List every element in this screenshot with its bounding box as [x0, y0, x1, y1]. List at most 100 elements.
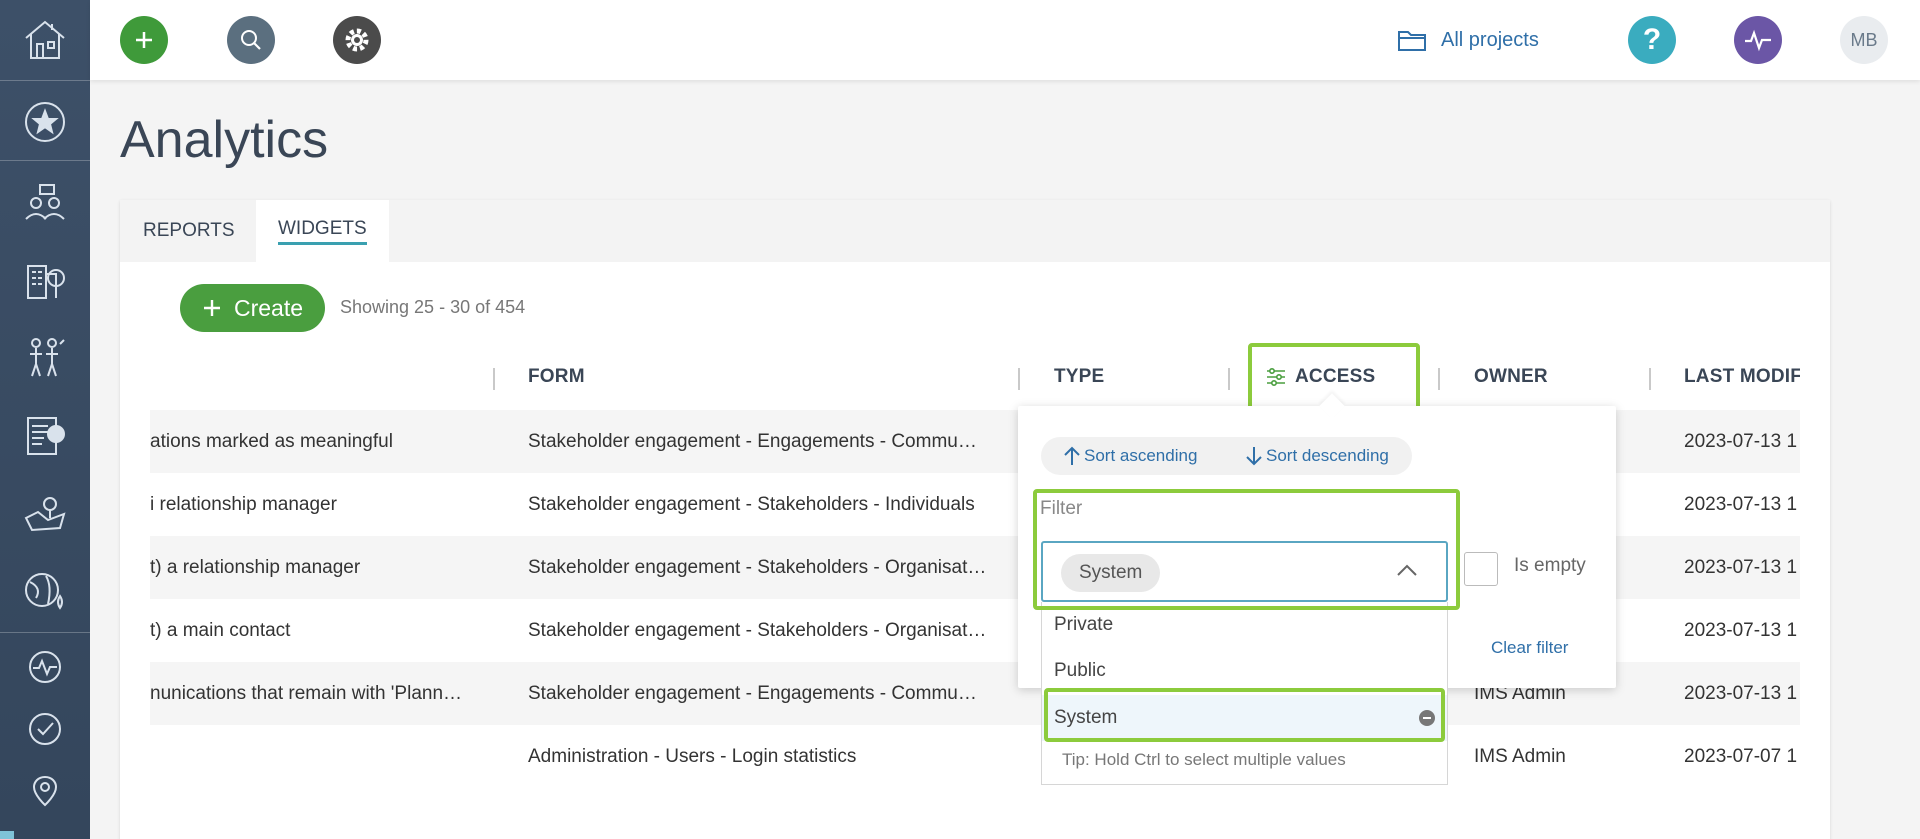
- plus-icon: [136, 32, 152, 48]
- sidebar-separator: [0, 632, 90, 633]
- create-button[interactable]: Create: [180, 284, 325, 332]
- clear-filter-link[interactable]: Clear filter: [1491, 638, 1568, 658]
- globe-icon: [25, 573, 63, 610]
- column-resize-handle[interactable]: [1438, 368, 1440, 390]
- cell-name: i relationship manager: [150, 493, 337, 515]
- arrow-down-icon: [1246, 447, 1262, 466]
- sidebar-item-completed[interactable]: [0, 698, 90, 760]
- cell-form: Administration - Users - Login statistic…: [528, 745, 857, 767]
- all-projects-link[interactable]: All projects: [1397, 22, 1539, 58]
- option-label: System: [1054, 707, 1118, 728]
- table-row[interactable]: Administration - Users - Login statistic…: [150, 725, 1800, 788]
- cell-form: Stakeholder engagement - Engagements - C…: [528, 430, 977, 452]
- column-header-owner[interactable]: OWNER: [1474, 366, 1548, 388]
- people-icon: [30, 338, 65, 377]
- plus-icon: [203, 300, 220, 316]
- sidebar-item-environment[interactable]: [0, 560, 90, 622]
- access-options-list: Private Public System Tip: Hold Ctrl to …: [1041, 602, 1448, 785]
- question-icon: ?: [1642, 23, 1662, 56]
- location-pin-icon: [32, 775, 58, 807]
- column-header-label: ACCESS: [1295, 366, 1376, 387]
- arrow-up-icon: [1064, 446, 1080, 465]
- sidebar-active-indicator: [0, 831, 14, 839]
- cell-name: [150, 725, 500, 788]
- sidebar-item-favorites[interactable]: [0, 91, 90, 153]
- star-icon: [25, 102, 65, 142]
- sidebar-item-stakeholders[interactable]: [0, 171, 90, 233]
- chip-label: System: [1079, 562, 1143, 583]
- buildings-icon: [27, 265, 65, 299]
- column-header-last-modified[interactable]: LAST MODIF: [1684, 366, 1800, 388]
- cell-owner: IMS Admin: [1474, 745, 1566, 767]
- search-button[interactable]: [227, 16, 275, 64]
- tab-label: WIDGETS: [278, 218, 367, 245]
- map-icon: [24, 497, 66, 532]
- column-resize-handle[interactable]: [1228, 368, 1230, 390]
- cell-form: Stakeholder engagement - Stakeholders - …: [528, 619, 987, 641]
- activity-icon: [29, 651, 61, 683]
- activity-button[interactable]: [1734, 16, 1782, 64]
- stakeholders-icon: [25, 184, 65, 220]
- column-header-access[interactable]: ACCESS: [1265, 366, 1375, 388]
- sidebar: [0, 0, 90, 839]
- column-resize-handle[interactable]: [493, 368, 495, 390]
- access-filter-select[interactable]: System: [1041, 541, 1448, 602]
- selected-value-chip[interactable]: System: [1061, 554, 1161, 592]
- page-title: Analytics: [120, 111, 329, 169]
- gear-icon: [345, 28, 369, 52]
- sidebar-item-home[interactable]: [0, 8, 90, 70]
- chevron-up-icon: [1397, 564, 1417, 576]
- option-label: Public: [1054, 660, 1106, 681]
- sort-ascending-label: Sort ascending: [1084, 446, 1198, 465]
- cell-last-modified: 2023-07-13 1: [1684, 682, 1798, 704]
- cell-last-modified: 2023-07-07 1: [1684, 745, 1798, 767]
- is-empty-checkbox[interactable]: [1464, 552, 1498, 586]
- sidebar-item-activity[interactable]: [0, 636, 90, 698]
- cell-form: Stakeholder engagement - Engagements - C…: [528, 682, 977, 704]
- column-resize-handle[interactable]: [1649, 368, 1651, 390]
- filter-label: Filter: [1040, 498, 1083, 519]
- all-projects-label: All projects: [1441, 28, 1539, 51]
- cell-name: ations marked as meaningful: [150, 430, 393, 452]
- filter-sliders-icon: [1267, 367, 1285, 387]
- checklist-icon: [27, 417, 65, 455]
- cell-name: t) a relationship manager: [150, 556, 361, 578]
- settings-button[interactable]: [333, 16, 381, 64]
- sidebar-item-organisations[interactable]: [0, 248, 90, 310]
- add-button[interactable]: [120, 16, 168, 64]
- check-circle-icon: [29, 713, 61, 745]
- sidebar-separator: [0, 160, 90, 161]
- sort-descending-label: Sort descending: [1266, 446, 1389, 465]
- cell-last-modified: 2023-07-13 1: [1684, 619, 1798, 641]
- top-bar: All projects ? MB: [90, 0, 1920, 80]
- search-icon: [241, 30, 261, 50]
- tab-label: REPORTS: [143, 220, 235, 241]
- sidebar-item-individuals[interactable]: [0, 326, 90, 388]
- user-avatar[interactable]: MB: [1840, 16, 1888, 64]
- option-private[interactable]: Private: [1042, 602, 1447, 648]
- tab-widgets[interactable]: WIDGETS: [256, 200, 389, 262]
- create-label: Create: [233, 294, 304, 321]
- cell-name: nunications that remain with 'Plann…: [150, 682, 463, 704]
- is-empty-label: Is empty: [1514, 555, 1586, 576]
- column-header-type[interactable]: TYPE: [1054, 366, 1104, 388]
- sidebar-item-tasks[interactable]: [0, 404, 90, 466]
- cell-last-modified: 2023-07-13 1: [1684, 493, 1798, 515]
- cell-last-modified: 2023-07-13 1: [1684, 556, 1798, 578]
- option-public[interactable]: Public: [1042, 648, 1447, 694]
- sidebar-item-map[interactable]: [0, 482, 90, 544]
- folder-icon: [1398, 31, 1426, 51]
- help-button[interactable]: ?: [1628, 16, 1676, 64]
- cell-last-modified: 2023-07-13 1: [1684, 430, 1798, 452]
- column-header-form[interactable]: FORM: [528, 366, 585, 388]
- sidebar-item-locations[interactable]: [0, 760, 90, 822]
- column-resize-handle[interactable]: [1018, 368, 1020, 390]
- sort-descending-button[interactable]: Sort descending: [1245, 437, 1389, 475]
- tab-reports[interactable]: REPORTS: [120, 200, 258, 262]
- option-system[interactable]: System: [1042, 695, 1447, 741]
- pagination-summary: Showing 25 - 30 of 454: [340, 297, 526, 317]
- remove-selection-icon[interactable]: [1419, 710, 1435, 726]
- avatar-initials: MB: [1850, 29, 1878, 50]
- sort-ascending-button[interactable]: Sort ascending: [1063, 437, 1197, 475]
- cell-form: Stakeholder engagement - Stakeholders - …: [528, 556, 987, 578]
